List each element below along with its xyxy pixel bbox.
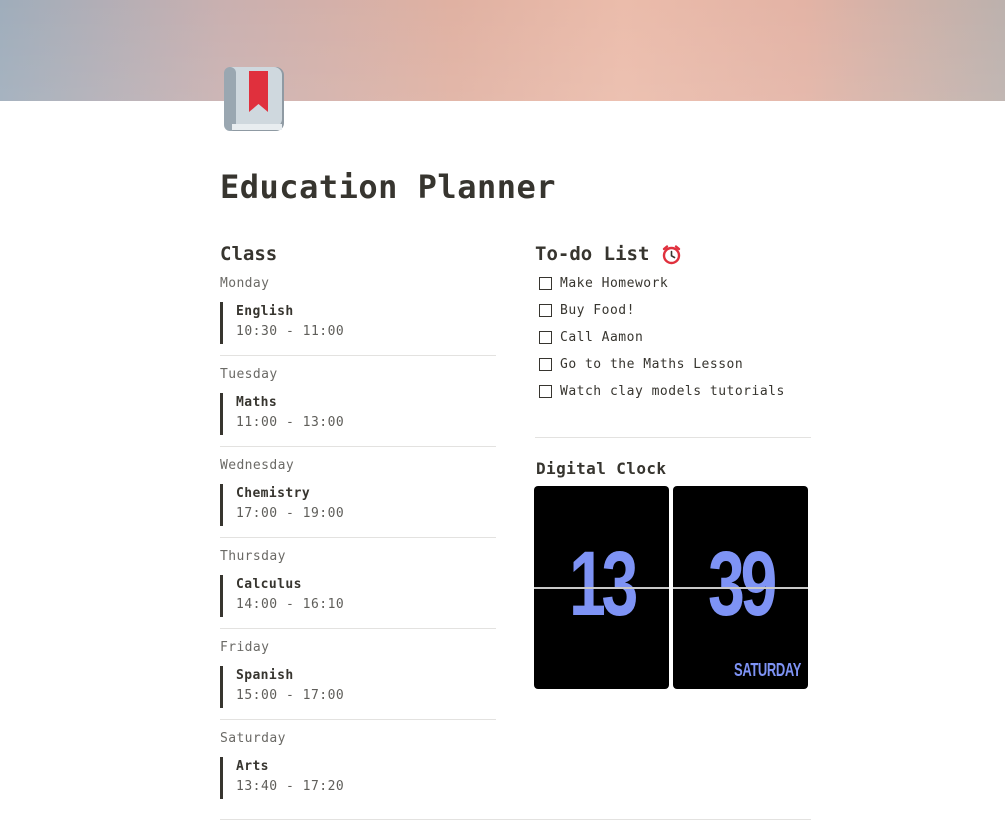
day-name: Thursday bbox=[220, 549, 286, 564]
day-block-wednesday: Wednesday Chemistry 17:00 - 19:00 bbox=[220, 446, 496, 538]
todo-label[interactable]: Go to the Maths Lesson bbox=[560, 357, 743, 372]
todo-item: Make Homework bbox=[539, 276, 785, 303]
bottom-divider bbox=[220, 819, 811, 820]
minutes-digits: 39 bbox=[707, 533, 777, 635]
clock-heading: Digital Clock bbox=[536, 459, 667, 478]
todo-checkbox[interactable] bbox=[539, 277, 552, 290]
page-title: Education Planner bbox=[220, 168, 557, 206]
time: 10:30 - 11:00 bbox=[236, 324, 345, 339]
class-entry[interactable]: English 10:30 - 11:00 bbox=[220, 302, 344, 344]
class-entry[interactable]: Maths 11:00 - 13:00 bbox=[220, 393, 344, 435]
todo-list: Make Homework Buy Food! Call Aamon Go to… bbox=[539, 276, 785, 411]
alarm-clock-icon bbox=[661, 244, 682, 265]
todo-label[interactable]: Watch clay models tutorials bbox=[560, 384, 785, 399]
hours-digits: 13 bbox=[568, 533, 638, 635]
day-name: Monday bbox=[220, 276, 270, 291]
day-block-thursday: Thursday Calculus 14:00 - 16:10 bbox=[220, 537, 496, 629]
day-block-monday: Monday English 10:30 - 11:00 bbox=[220, 243, 496, 356]
time: 13:40 - 17:20 bbox=[236, 779, 345, 794]
todo-checkbox[interactable] bbox=[539, 358, 552, 371]
todo-item: Call Aamon bbox=[539, 330, 785, 357]
bookmark-book-icon[interactable] bbox=[221, 64, 287, 134]
minutes-card: 39 SATURDAY bbox=[673, 486, 808, 689]
todo-label[interactable]: Call Aamon bbox=[560, 330, 643, 345]
subject: Arts bbox=[236, 759, 269, 774]
todo-checkbox[interactable] bbox=[539, 385, 552, 398]
flip-hinge bbox=[534, 587, 669, 589]
subject: Chemistry bbox=[236, 486, 311, 501]
cover-sheen bbox=[0, 0, 1005, 101]
time: 15:00 - 17:00 bbox=[236, 688, 345, 703]
class-entry[interactable]: Spanish 15:00 - 17:00 bbox=[220, 666, 344, 708]
todo-heading: To-do List bbox=[535, 243, 650, 265]
todo-checkbox[interactable] bbox=[539, 331, 552, 344]
hours-card: 13 bbox=[534, 486, 669, 689]
subject: English bbox=[236, 304, 294, 319]
day-name: Tuesday bbox=[220, 367, 278, 382]
todo-item: Go to the Maths Lesson bbox=[539, 357, 785, 384]
todo-heading-row: To-do List bbox=[535, 243, 682, 265]
todo-label[interactable]: Make Homework bbox=[560, 276, 668, 291]
day-block-saturday: Saturday Arts 13:40 - 17:20 bbox=[220, 719, 496, 810]
day-name: Saturday bbox=[220, 731, 286, 746]
class-entry[interactable]: Calculus 14:00 - 16:10 bbox=[220, 575, 344, 617]
todo-label[interactable]: Buy Food! bbox=[560, 303, 635, 318]
subject: Spanish bbox=[236, 668, 294, 683]
subject: Maths bbox=[236, 395, 278, 410]
weekday-label: SATURDAY bbox=[734, 660, 801, 680]
todo-checkbox[interactable] bbox=[539, 304, 552, 317]
digital-clock-widget[interactable]: 13 39 SATURDAY bbox=[534, 486, 808, 689]
todo-item: Buy Food! bbox=[539, 303, 785, 330]
subject: Calculus bbox=[236, 577, 302, 592]
class-entry[interactable]: Arts 13:40 - 17:20 bbox=[220, 757, 344, 799]
time: 14:00 - 16:10 bbox=[236, 597, 345, 612]
time: 11:00 - 13:00 bbox=[236, 415, 345, 430]
day-block-tuesday: Tuesday Maths 11:00 - 13:00 bbox=[220, 355, 496, 447]
day-name: Wednesday bbox=[220, 458, 295, 473]
class-entry[interactable]: Chemistry 17:00 - 19:00 bbox=[220, 484, 344, 526]
time: 17:00 - 19:00 bbox=[236, 506, 345, 521]
todo-divider bbox=[535, 437, 811, 438]
todo-item: Watch clay models tutorials bbox=[539, 384, 785, 411]
day-name: Friday bbox=[220, 640, 270, 655]
day-block-friday: Friday Spanish 15:00 - 17:00 bbox=[220, 628, 496, 720]
flip-hinge bbox=[673, 587, 808, 589]
